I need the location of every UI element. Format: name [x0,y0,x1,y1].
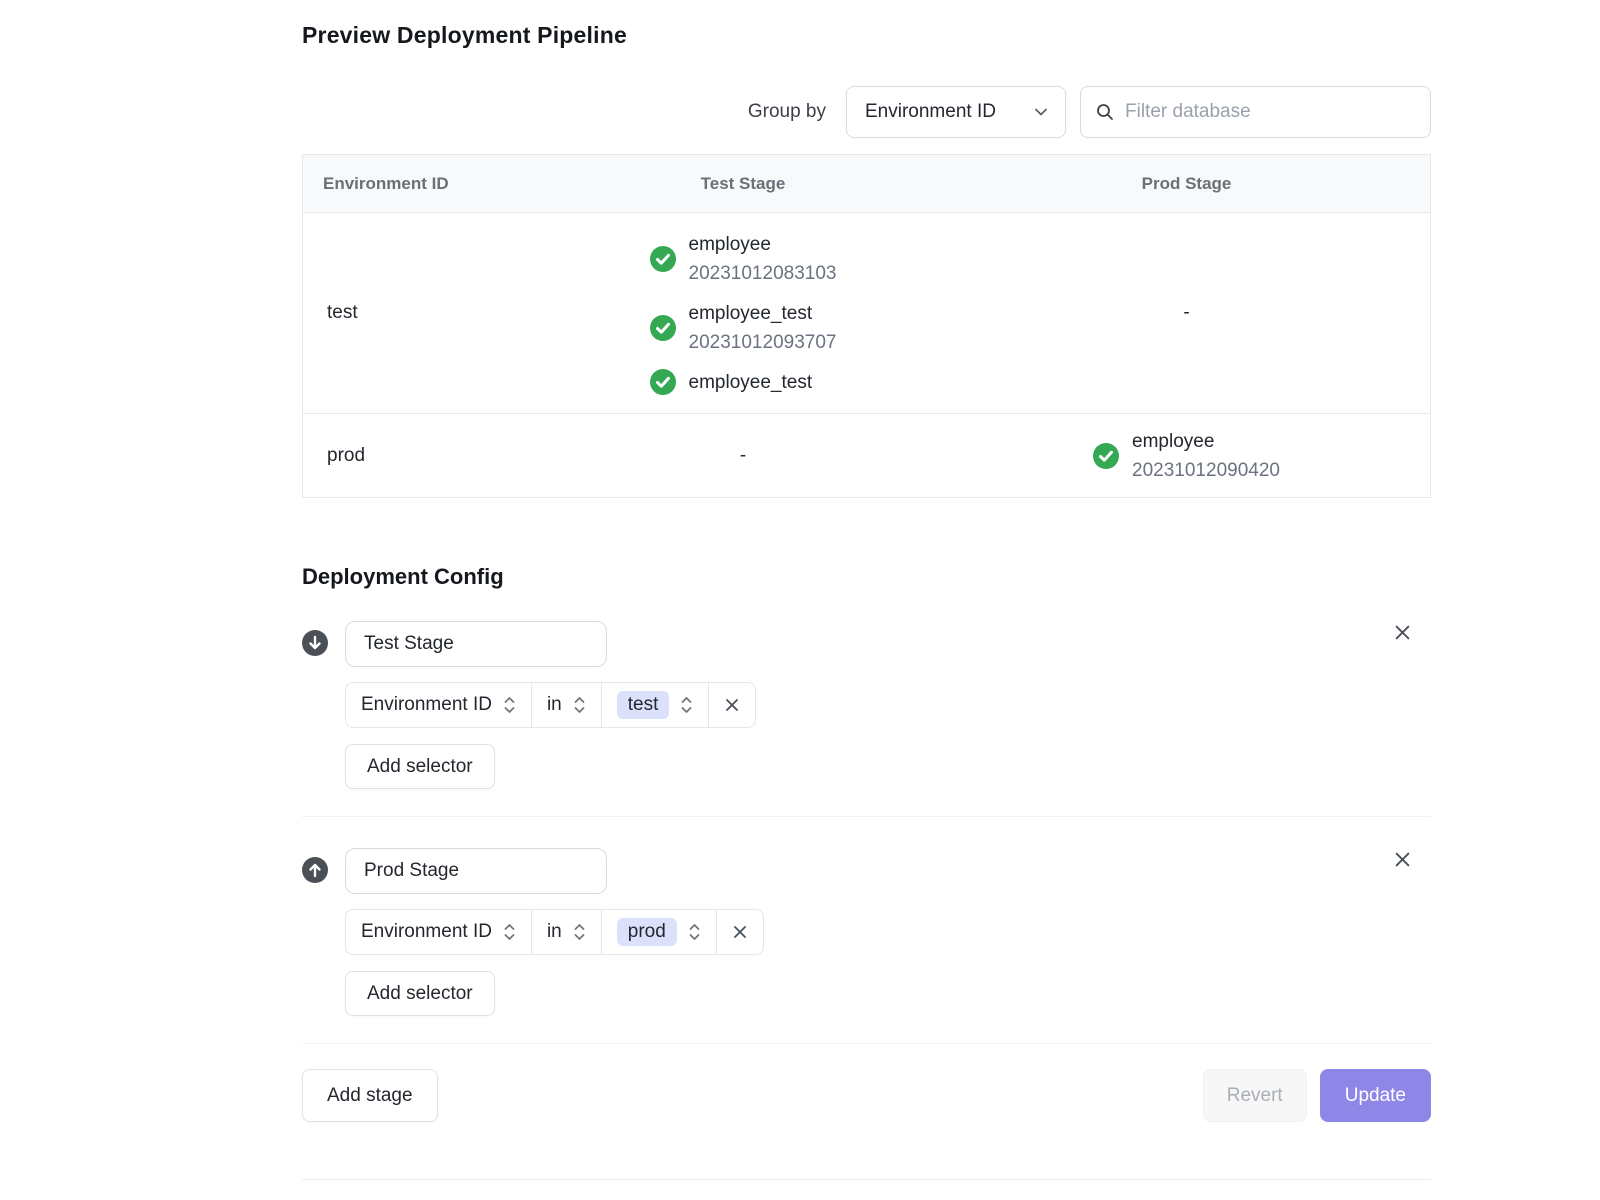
deployment-item: employee_test 20231012093707 [650,299,837,357]
deployment-text: employee_test 20231012093707 [689,299,837,357]
remove-stage-button[interactable] [1391,848,1413,870]
add-selector-button[interactable]: Add selector [345,744,495,789]
column-header-prod-stage: Prod Stage [943,174,1430,194]
toolbar: Group by Environment ID [302,86,1431,138]
pipeline-table-header: Environment ID Test Stage Prod Stage [303,155,1430,213]
selector-key-select[interactable]: Environment ID [346,910,531,954]
schema-version: 20231012083103 [689,259,837,288]
deployment-list: employee 20231012090420 [1093,427,1280,485]
group-by-select[interactable]: Environment ID [846,86,1066,138]
deployment-item: employee 20231012090420 [1093,427,1280,485]
add-stage-button[interactable]: Add stage [302,1069,438,1122]
bottom-divider [302,1179,1431,1180]
test-stage-empty: - [543,445,943,467]
environment-id-cell: test [303,302,543,324]
database-name: employee [1132,427,1280,456]
selector-values-select[interactable]: test [601,683,709,727]
column-header-test-stage: Test Stage [543,174,943,194]
stage-divider [302,816,1431,817]
deployment-item: employee 20231012083103 [650,230,837,288]
stage-config-prod: Environment ID in prod [302,848,1431,1016]
deployment-text: employee_test [689,368,813,397]
updown-chevron-icon [680,694,693,716]
group-by-value: Environment ID [865,101,996,123]
close-icon [1392,849,1413,870]
column-header-environment-id: Environment ID [303,174,543,194]
deployment-item: employee_test [650,368,837,397]
stage-body: Environment ID in prod [345,848,764,1016]
selector-key: Environment ID [361,694,492,716]
prod-stage-cell: employee 20231012090420 [943,427,1430,485]
section-divider [302,1043,1431,1044]
label-selector: Environment ID in test [345,682,756,728]
filter-database-searchbox[interactable] [1080,86,1431,138]
remove-selector-button[interactable] [716,910,763,954]
remove-selector-button[interactable] [708,683,755,727]
deployment-text: employee 20231012090420 [1132,427,1280,485]
test-stage-cell: employee 20231012083103 employee_test 20… [543,230,943,397]
pipeline-table: Environment ID Test Stage Prod Stage tes… [302,154,1431,498]
updown-chevron-icon [503,921,516,943]
success-check-icon [650,246,676,272]
close-icon [731,923,749,941]
selector-key-select[interactable]: Environment ID [346,683,531,727]
updown-chevron-icon [573,921,586,943]
deployment-config-title: Deployment Config [302,564,1431,590]
deployment-list: employee 20231012083103 employee_test 20… [650,230,837,397]
database-name: employee_test [689,368,813,397]
stage-name-input[interactable] [345,621,607,667]
footer-actions: Add stage Revert Update [302,1069,1431,1122]
revert-button[interactable]: Revert [1203,1069,1307,1122]
updown-chevron-icon [503,694,516,716]
label-selector: Environment ID in prod [345,909,764,955]
environment-id-cell: prod [303,445,543,467]
remove-stage-button[interactable] [1391,621,1413,643]
group-by-label: Group by [748,101,826,123]
success-check-icon [650,369,676,395]
schema-version: 20231012090420 [1132,456,1280,485]
selector-value-tag: prod [617,918,677,946]
stage-body: Environment ID in test [345,621,756,789]
move-down-icon[interactable] [302,630,328,656]
update-button[interactable]: Update [1320,1069,1431,1122]
filter-database-input[interactable] [1125,101,1416,123]
stage-config-test: Environment ID in test [302,621,1431,789]
success-check-icon [1093,443,1119,469]
deployment-text: employee 20231012083103 [689,230,837,288]
footer-right-actions: Revert Update [1203,1069,1431,1122]
schema-version: 20231012093707 [689,328,837,357]
table-row-prod: prod - employee 20231012090420 [303,413,1430,497]
chevron-down-icon [1033,104,1049,120]
selector-operator-select[interactable]: in [531,910,601,954]
selector-operator: in [547,694,562,716]
database-name: employee [689,230,837,259]
add-selector-button[interactable]: Add selector [345,971,495,1016]
close-icon [723,696,741,714]
selector-value-tag: test [617,691,670,719]
page-title: Preview Deployment Pipeline [302,22,1431,49]
selector-operator: in [547,921,562,943]
database-name: employee_test [689,299,837,328]
preview-deployment-pipeline-panel: Preview Deployment Pipeline Group by Env… [302,22,1431,1180]
success-check-icon [650,315,676,341]
selector-key: Environment ID [361,921,492,943]
table-row-test: test employee 20231012083103 [303,213,1430,413]
close-icon [1392,622,1413,643]
selector-operator-select[interactable]: in [531,683,601,727]
selector-values-select[interactable]: prod [601,910,716,954]
stage-name-input[interactable] [345,848,607,894]
prod-stage-empty: - [943,302,1430,324]
updown-chevron-icon [688,921,701,943]
updown-chevron-icon [573,694,586,716]
search-icon [1095,102,1115,122]
move-up-icon[interactable] [302,857,328,883]
